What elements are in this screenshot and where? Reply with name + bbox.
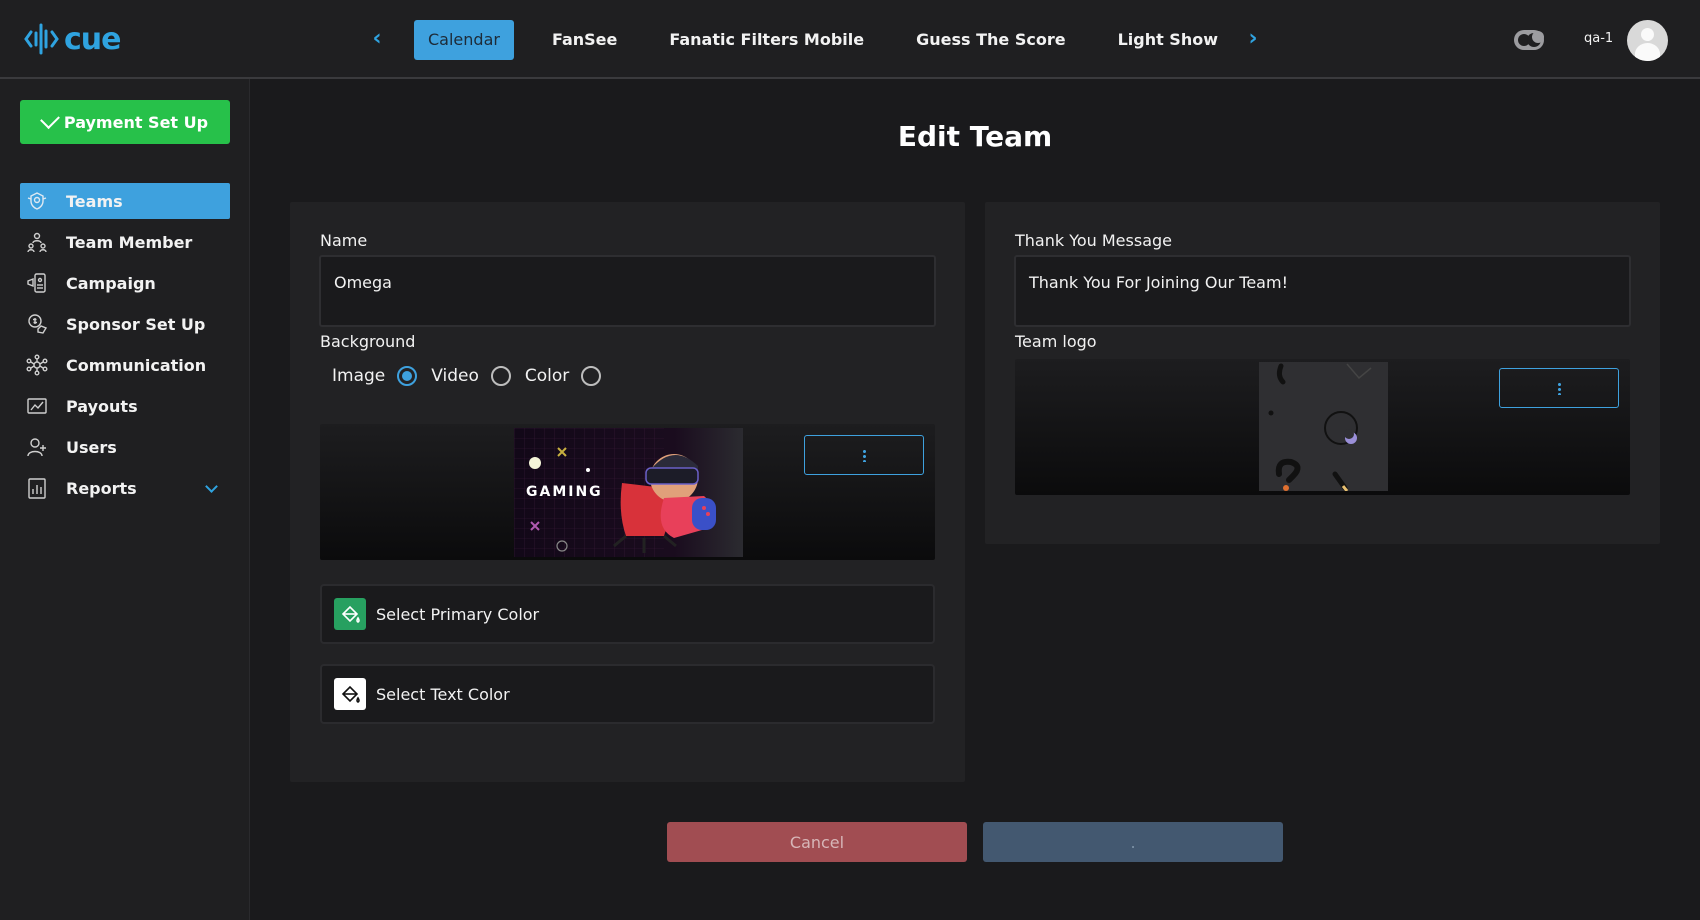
tab-guess-the-score[interactable]: Guess The Score [902,20,1079,60]
sidebar-item-label: Communication [66,355,207,375]
paint-bucket-icon [334,678,366,710]
payouts-icon [26,395,48,417]
thank-you-message-label: Thank You Message [1015,231,1172,250]
username: qa-1 [1584,31,1614,46]
sidebar-item-label: Reports [66,478,137,498]
chevron-right-icon[interactable]: › [1243,26,1263,52]
chevron-left-icon[interactable]: ‹ [367,26,387,52]
chevron-down-icon[interactable] [205,479,218,493]
save-button[interactable]: . [983,822,1283,862]
sidebar-item-label: Payouts [66,396,138,416]
primary-color-label: Select Primary Color [376,604,540,624]
background-type-radio-group: Image Video Color [332,366,615,386]
radio-image-label: Image [332,366,386,386]
team-name-input[interactable]: Omega [319,255,936,327]
text-color-label: Select Text Color [376,684,510,704]
select-primary-color-button[interactable]: Select Primary Color [320,584,935,644]
check-icon [39,109,60,130]
team-logo-image [1259,362,1388,491]
users-icon [26,436,48,458]
cancel-button[interactable]: Cancel [667,822,967,862]
sidebar-item-label: Teams [66,191,123,211]
sidebar-item-label: Sponsor Set Up [66,314,206,334]
sidebar-item-label: Campaign [66,273,156,293]
sidebar-item-campaign[interactable]: Campaign [20,265,230,301]
background-image-preview: GAMING [320,424,935,560]
sidebar-item-label: Users [66,437,117,457]
thank-you-message-input[interactable]: Thank You For Joining Our Team! [1014,255,1631,327]
tab-light-show[interactable]: Light Show [1104,20,1232,60]
sidebar-item-reports[interactable]: Reports [20,470,230,506]
radio-color[interactable] [581,366,602,386]
background-label: Background [320,332,416,351]
team-logo-preview [1015,359,1630,495]
dark-mode-toggle-icon[interactable] [1514,30,1544,50]
page-title: Edit Team [897,120,1053,153]
sidebar-item-teams[interactable]: Teams [20,183,230,219]
radio-video-label: Video [431,366,479,386]
payment-setup-button[interactable]: Payment Set Up [20,100,230,144]
teams-icon [26,190,48,212]
sidebar-nav: Teams Team Member Campaign Sponsor Set U… [20,183,230,511]
sidebar-item-payouts[interactable]: Payouts [20,388,230,424]
app-tabs: Calendar FanSee Fanatic Filters Mobile Gues… [414,20,1234,60]
radio-video[interactable] [490,366,511,386]
team-logo-menu-button[interactable] [1499,368,1619,408]
team-member-icon [26,231,48,253]
sidebar: Payment Set Up Teams Team Member Campaig… [0,79,250,920]
gaming-text: GAMING [526,484,603,500]
sidebar-item-users[interactable]: Users [20,429,230,465]
name-label: Name [320,231,368,250]
top-navbar: cue ‹ Calendar FanSee Fanatic Filters Mobi… [0,0,1700,79]
tab-calendar[interactable]: Calendar [414,20,514,60]
sponsor-icon [26,313,48,335]
radio-color-label: Color [524,366,570,386]
communication-icon [26,354,48,376]
sidebar-item-label: Team Member [66,232,193,252]
sidebar-item-team-member[interactable]: Team Member [20,224,230,260]
sidebar-item-sponsor-set-up[interactable]: Sponsor Set Up [20,306,230,342]
kebab-menu-icon [862,448,866,462]
payment-setup-label: Payment Set Up [63,112,209,132]
reports-icon [26,477,48,499]
campaign-icon [26,272,48,294]
paint-bucket-icon [334,598,366,630]
sidebar-item-communication[interactable]: Communication [20,347,230,383]
team-logo-label: Team logo [1015,332,1097,351]
radio-image[interactable] [397,366,418,386]
tab-fansee[interactable]: FanSee [538,20,631,60]
kebab-menu-icon [1557,381,1561,395]
logo-text: cue [64,21,121,57]
select-text-color-button[interactable]: Select Text Color [320,664,935,724]
tab-fanatic-filters-mobile[interactable]: Fanatic Filters Mobile [655,20,878,60]
avatar[interactable] [1627,20,1668,61]
cue-logo-icon [24,23,59,55]
gaming-background-image: GAMING [514,428,743,557]
background-image-menu-button[interactable] [804,435,924,475]
app-logo[interactable]: cue [24,18,121,60]
